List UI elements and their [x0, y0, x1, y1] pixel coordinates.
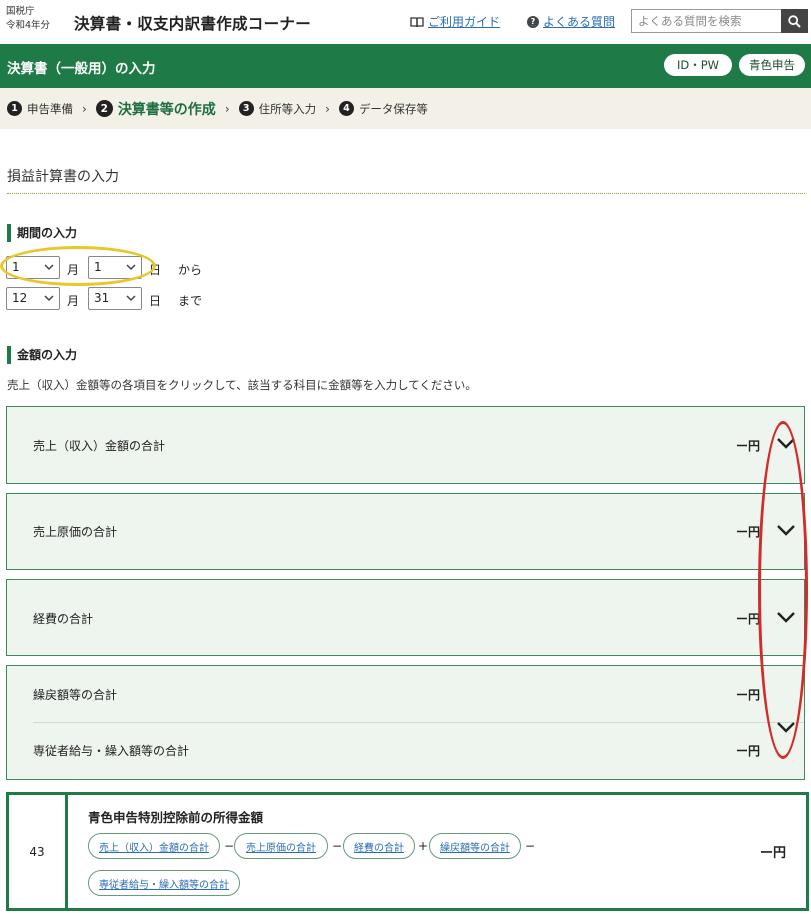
accordion-label: 繰戻額等の合計 — [33, 688, 118, 702]
tax-year: 令和4年分 — [6, 20, 51, 31]
accordion-label: 売上（収入）金額の合計 — [33, 439, 166, 453]
to-day-value: 31 — [94, 291, 110, 305]
chevron-right-icon: › — [224, 101, 230, 116]
guide-link[interactable]: ご利用ガイド — [410, 13, 500, 30]
operator: − — [332, 839, 343, 853]
divider — [7, 193, 805, 194]
step-label: 申告準備 — [27, 101, 73, 116]
question-icon: ? — [527, 15, 539, 28]
chip-cost-of-sales-total[interactable]: 売上原価の合計 — [234, 833, 328, 859]
app-title: 決算書・収支内訳書作成コーナー — [74, 15, 312, 33]
accordion-label: 経費の合計 — [33, 612, 94, 626]
chip-family-wages-total[interactable]: 専従者給与・繰入額等の合計 — [88, 870, 240, 896]
step-number: 1 — [7, 101, 22, 116]
chip-expenses-total[interactable]: 経費の合計 — [343, 833, 415, 859]
accordion-label: 専従者給与・繰入額等の合計 — [33, 744, 190, 758]
title-band: 決算書（一般用）の入力 ID・PW 青色申告 — [0, 44, 811, 88]
yellow-highlight-annotation — [0, 246, 156, 286]
day-unit: 日 — [149, 294, 162, 308]
step-label: データ保存等 — [358, 101, 428, 116]
chip-reversals-total[interactable]: 繰戻額等の合計 — [429, 833, 521, 859]
operator: − — [224, 839, 235, 853]
accordion-value: ー円 — [735, 744, 760, 758]
step-label: 決算書等の作成 — [117, 101, 216, 118]
line-number: 43 — [9, 795, 68, 908]
month-unit: 月 — [67, 294, 80, 308]
blue-return-button[interactable]: 青色申告 — [739, 54, 805, 76]
guide-link-label: ご利用ガイド — [428, 15, 501, 29]
step-number: 4 — [338, 101, 354, 116]
accordion-cost-of-sales[interactable]: 売上原価の合計 ー円 — [6, 493, 805, 570]
period-section-title: 期間の入力 — [7, 224, 77, 242]
accordion-value: ー円 — [735, 525, 760, 539]
formula-title: 青色申告特別控除前の所得金額 — [88, 810, 264, 825]
operator: + — [418, 839, 429, 853]
accordion-reversals-and-family-wages[interactable]: 繰戻額等の合計 ー円 専従者給与・繰入額等の合計 ー円 — [6, 665, 805, 780]
chip-sales-total[interactable]: 売上（収入）金額の合計 — [88, 833, 220, 859]
book-icon — [410, 16, 424, 27]
chevron-down-icon — [126, 295, 136, 302]
progress-steps: 1 申告準備 › 2 決算書等の作成 › 3 住所等入力 › 4 データ保存等 — [0, 88, 811, 129]
accordion-value: ー円 — [735, 612, 760, 626]
search-icon — [788, 14, 801, 28]
site-header: 国税庁 令和4年分 決算書・収支内訳書作成コーナー ご利用ガイド ? よくある質… — [0, 0, 811, 44]
section-heading: 損益計算書の入力 — [7, 169, 119, 185]
chevron-right-icon: › — [325, 101, 330, 116]
accordion-expenses[interactable]: 経費の合計 ー円 — [6, 579, 805, 656]
search-button[interactable] — [781, 9, 808, 33]
step-2: 2 決算書等の作成 — [95, 99, 216, 119]
accordion-value: ー円 — [735, 688, 760, 702]
divider — [33, 722, 804, 723]
to-month-select[interactable]: 12 — [6, 287, 60, 310]
income-formula-box: 43 青色申告特別控除前の所得金額 売上（収入）金額の合計 − 売上原価の合計 … — [6, 792, 809, 911]
page-title: 決算書（一般用）の入力 — [7, 61, 156, 77]
accordion-label: 売上原価の合計 — [33, 525, 118, 539]
step-label: 住所等入力 — [258, 101, 317, 116]
to-month-value: 12 — [12, 291, 28, 305]
operator: − — [525, 839, 536, 853]
faq-link[interactable]: ? よくある質問 — [527, 13, 615, 30]
accordion-sales[interactable]: 売上（収入）金額の合計 ー円 — [6, 406, 805, 484]
agency-block: 国税庁 令和4年分 — [6, 5, 50, 33]
search-input[interactable] — [631, 9, 781, 33]
step-number: 3 — [238, 101, 254, 116]
accordion-value: ー円 — [735, 439, 760, 453]
id-pw-button[interactable]: ID・PW — [664, 54, 732, 76]
chevron-right-icon: › — [82, 101, 87, 116]
step-3: 3 住所等入力 — [238, 101, 317, 117]
red-highlight-annotation — [758, 421, 808, 759]
agency-name: 国税庁 — [6, 6, 35, 17]
to-day-select[interactable]: 31 — [88, 287, 142, 310]
step-number: 2 — [95, 100, 113, 117]
step-1: 1 申告準備 — [7, 101, 73, 117]
chevron-down-icon — [44, 295, 54, 302]
faq-link-label: よくある質問 — [543, 15, 616, 29]
to-suffix: まで — [178, 294, 203, 308]
formula-result: ー円 — [759, 846, 786, 861]
from-suffix: から — [178, 263, 203, 277]
step-4: 4 データ保存等 — [338, 101, 428, 117]
instruction-text: 売上（収入）金額等の各項目をクリックして、該当する科目に金額等を入力してください… — [7, 378, 477, 392]
amount-section-title: 金額の入力 — [7, 346, 77, 364]
